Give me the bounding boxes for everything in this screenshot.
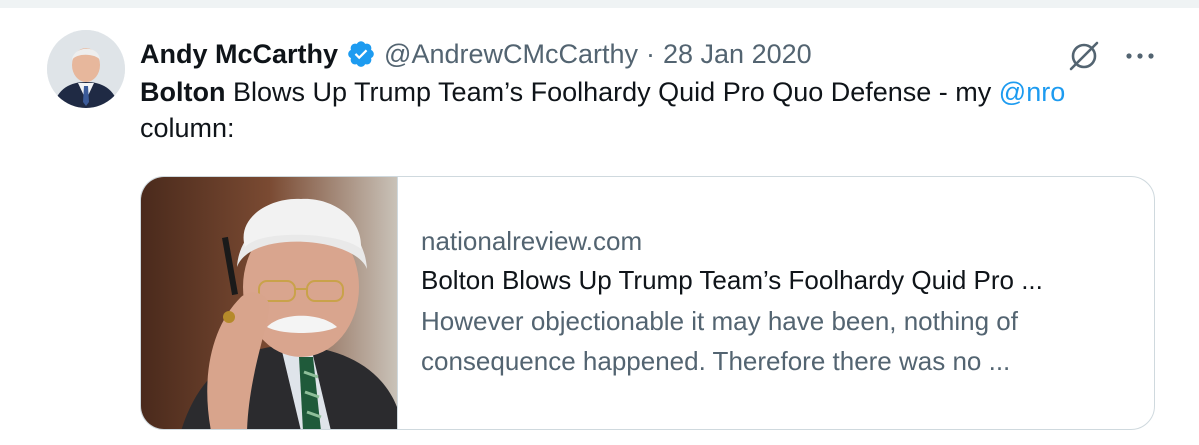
tweet-text-end: column:: [140, 113, 235, 143]
more-icon[interactable]: [1122, 42, 1158, 70]
card-description: However objectionable it may have been, …: [421, 306, 1018, 376]
card-title: Bolton Blows Up Trump Team’s Foolhardy Q…: [421, 265, 1043, 295]
header-separator: ·: [646, 38, 655, 69]
verified-badge-icon: [346, 39, 376, 69]
grok-icon[interactable]: [1066, 38, 1102, 74]
avatar[interactable]: [47, 30, 125, 108]
card-thumbnail[interactable]: [141, 177, 398, 429]
tweet-text-bold: Bolton: [140, 77, 226, 107]
mention-link[interactable]: @nro: [999, 77, 1065, 107]
tweet-date[interactable]: 28 Jan 2020: [663, 39, 812, 70]
tweet[interactable]: Andy McCarthy @AndrewCMcCarthy · 28 Jan …: [0, 8, 1199, 445]
tweet-text-body: Blows Up Trump Team’s Foolhardy Quid Pro…: [225, 77, 999, 107]
tweet-header: Andy McCarthy @AndrewCMcCarthy · 28 Jan …: [140, 34, 812, 74]
tweet-text: Bolton Blows Up Trump Team’s Foolhardy Q…: [140, 74, 1170, 146]
card-body: nationalreview.com Bolton Blows Up Trump…: [421, 223, 1131, 381]
author-handle[interactable]: @AndrewCMcCarthy: [384, 39, 638, 70]
author-name[interactable]: Andy McCarthy: [140, 39, 338, 70]
top-divider: [0, 0, 1199, 8]
link-card[interactable]: nationalreview.com Bolton Blows Up Trump…: [140, 176, 1155, 430]
card-domain: nationalreview.com: [421, 226, 643, 256]
